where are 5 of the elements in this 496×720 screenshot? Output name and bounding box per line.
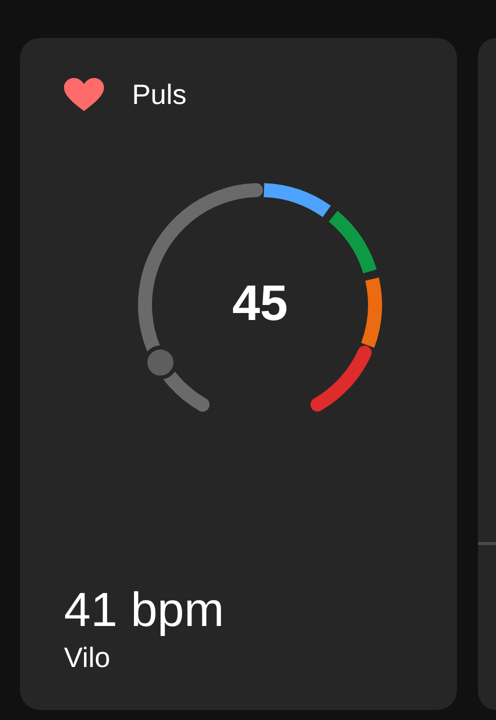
gauge-value: 45 — [232, 278, 288, 328]
pulse-label: Vilo — [64, 642, 112, 674]
heart-icon — [64, 78, 104, 112]
pulse-reading: 41 bpm — [64, 585, 226, 638]
card-title: Puls — [132, 79, 186, 111]
